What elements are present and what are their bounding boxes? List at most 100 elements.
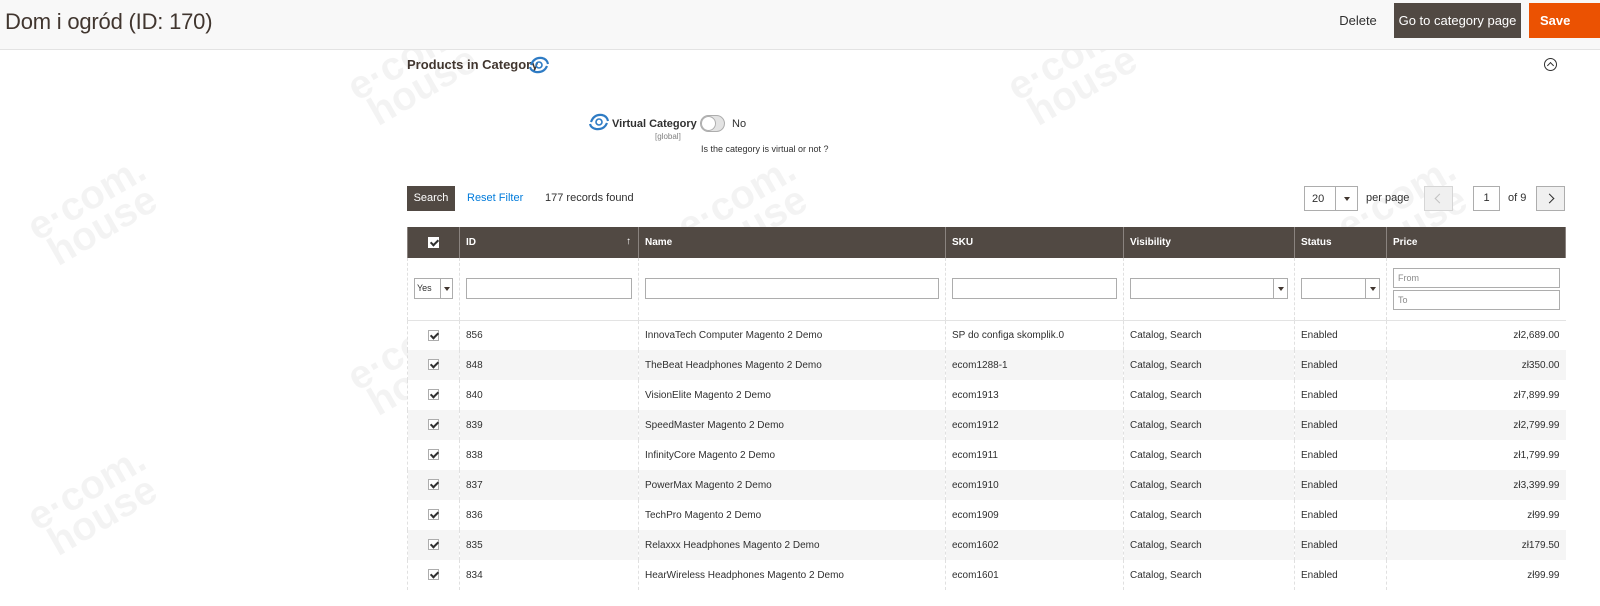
- cell-id: 837: [459, 470, 639, 500]
- sku-filter-input[interactable]: [952, 278, 1117, 300]
- per-page-select[interactable]: 20: [1304, 186, 1358, 211]
- cell-visibility: Catalog, Search: [1123, 320, 1295, 350]
- row-checkbox-cell: [407, 500, 460, 530]
- table-row[interactable]: 840 VisionElite Magento 2 Demo ecom1913 Cat…: [407, 380, 1566, 410]
- collapse-icon[interactable]: [1544, 58, 1557, 71]
- cell-price: zł350.00: [1386, 350, 1566, 380]
- cell-sku: ecom1911: [945, 440, 1124, 470]
- chevron-down-icon[interactable]: [1335, 187, 1357, 210]
- cell-sku: ecom1910: [945, 470, 1124, 500]
- column-header-status[interactable]: Status: [1294, 227, 1387, 258]
- price-to-input[interactable]: To: [1393, 289, 1560, 310]
- next-page-button[interactable]: [1536, 186, 1565, 211]
- row-checkbox-cell: [407, 470, 460, 500]
- filter-cell: From To: [1386, 258, 1566, 321]
- cell-sku: ecom1602: [945, 530, 1124, 560]
- row-checkbox-cell: [407, 560, 460, 590]
- page-header: Dom i ogród (ID: 170) Delete Go to categ…: [0, 0, 1600, 50]
- cell-name: TechPro Magento 2 Demo: [638, 500, 946, 530]
- reset-filter-link[interactable]: Reset Filter: [467, 192, 523, 204]
- column-header-name[interactable]: Name: [638, 227, 946, 258]
- filter-cell: [638, 258, 946, 321]
- visibility-filter-select[interactable]: [1130, 278, 1288, 300]
- in-category-filter-select[interactable]: Yes: [414, 278, 453, 300]
- cell-name: InnovaTech Computer Magento 2 Demo: [638, 320, 946, 350]
- table-row[interactable]: 834 HearWireless Headphones Magento 2 Dem…: [407, 560, 1566, 590]
- filter-row: Yes From To: [407, 258, 1566, 321]
- cell-sku: ecom1913: [945, 380, 1124, 410]
- watermark: e·com.house: [20, 437, 167, 565]
- column-header-visibility[interactable]: Visibility: [1123, 227, 1295, 258]
- toggle-knob: [701, 116, 716, 131]
- grid-body: 856 InnovaTech Computer Magento 2 Demo SP …: [407, 320, 1566, 590]
- name-filter-input[interactable]: [645, 278, 939, 300]
- row-checkbox-cell: [407, 410, 460, 440]
- row-checkbox-cell: [407, 380, 460, 410]
- select-all-header[interactable]: [407, 227, 460, 258]
- row-checkbox[interactable]: [428, 449, 439, 461]
- column-header-id[interactable]: ID ↑: [459, 227, 639, 258]
- row-checkbox[interactable]: [428, 539, 439, 551]
- cell-price: zł3,399.99: [1386, 470, 1566, 500]
- previous-page-button[interactable]: [1424, 186, 1453, 211]
- table-row[interactable]: 835 Relaxxx Headphones Magento 2 Demo ecom…: [407, 530, 1566, 560]
- row-checkbox[interactable]: [428, 389, 439, 401]
- cell-visibility: Catalog, Search: [1123, 530, 1295, 560]
- cell-price: zł7,899.99: [1386, 380, 1566, 410]
- page-total: of 9: [1508, 192, 1527, 204]
- save-button[interactable]: Save: [1529, 3, 1600, 38]
- row-checkbox-cell: [407, 320, 460, 350]
- section-title[interactable]: Products in Category: [407, 57, 538, 72]
- cell-price: zł1,799.99: [1386, 440, 1566, 470]
- cell-sku: ecom1601: [945, 560, 1124, 590]
- column-header-sku[interactable]: SKU: [945, 227, 1124, 258]
- cell-id: 848: [459, 350, 639, 380]
- id-filter-input[interactable]: [466, 278, 632, 300]
- records-count: 177 records found: [545, 192, 634, 204]
- table-row[interactable]: 856 InnovaTech Computer Magento 2 Demo SP …: [407, 320, 1566, 350]
- table-row[interactable]: 836 TechPro Magento 2 Demo ecom1909 Catalog…: [407, 500, 1566, 530]
- cell-sku: ecom1912: [945, 410, 1124, 440]
- cell-price: zł2,689.00: [1386, 320, 1566, 350]
- cell-name: Relaxxx Headphones Magento 2 Demo: [638, 530, 946, 560]
- table-row[interactable]: 838 InfinityCore Magento 2 Demo ecom1911 Ca…: [407, 440, 1566, 470]
- cell-sku: SP do configa skomplik.0: [945, 320, 1124, 350]
- row-checkbox[interactable]: [428, 419, 439, 431]
- cell-price: zł2,799.99: [1386, 410, 1566, 440]
- toggle-value: No: [732, 118, 747, 130]
- page-title: Dom i ogród (ID: 170): [5, 9, 213, 34]
- virtual-category-toggle[interactable]: [700, 115, 725, 132]
- column-header-price[interactable]: Price: [1386, 227, 1566, 258]
- status-filter-select[interactable]: [1301, 278, 1380, 300]
- cell-name: InfinityCore Magento 2 Demo: [638, 440, 946, 470]
- per-page-value: 20: [1312, 193, 1325, 205]
- cell-id: 836: [459, 500, 639, 530]
- go-to-category-page-button[interactable]: Go to category page: [1394, 3, 1521, 38]
- virtual-category-note: Is the category is virtual or not ?: [701, 144, 829, 154]
- table-row[interactable]: 837 PowerMax Magento 2 Demo ecom1910 Catalo…: [407, 470, 1566, 500]
- row-checkbox[interactable]: [428, 509, 439, 521]
- cell-status: Enabled: [1294, 320, 1387, 350]
- row-checkbox[interactable]: [428, 479, 439, 491]
- table-row[interactable]: 839 SpeedMaster Magento 2 Demo ecom1912 Cat…: [407, 410, 1566, 440]
- row-checkbox[interactable]: [428, 359, 439, 371]
- row-checkbox[interactable]: [428, 329, 439, 341]
- page-number-input[interactable]: 1: [1473, 186, 1500, 211]
- cell-visibility: Catalog, Search: [1123, 350, 1295, 380]
- search-button[interactable]: Search: [407, 186, 455, 211]
- column-label: ID: [466, 237, 476, 248]
- cell-status: Enabled: [1294, 530, 1387, 560]
- cell-status: Enabled: [1294, 560, 1387, 590]
- filter-cell: [459, 258, 639, 321]
- delete-button[interactable]: Delete: [1330, 4, 1386, 38]
- cell-status: Enabled: [1294, 440, 1387, 470]
- filter-cell: Yes: [407, 258, 460, 321]
- cell-name: TheBeat Headphones Magento 2 Demo: [638, 350, 946, 380]
- price-from-input[interactable]: From: [1393, 267, 1560, 288]
- cell-id: 839: [459, 410, 639, 440]
- select-all-checkbox[interactable]: [428, 236, 439, 248]
- row-checkbox[interactable]: [428, 569, 439, 581]
- table-row[interactable]: 848 TheBeat Headphones Magento 2 Demo ecom…: [407, 350, 1566, 380]
- cell-visibility: Catalog, Search: [1123, 440, 1295, 470]
- row-checkbox-cell: [407, 350, 460, 380]
